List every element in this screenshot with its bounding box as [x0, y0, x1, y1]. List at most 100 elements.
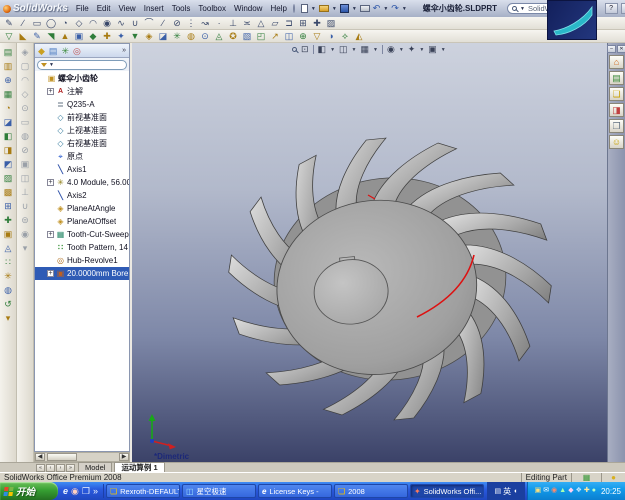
- toolbar-icon[interactable]: ◇: [19, 88, 32, 101]
- tree-item-annotations[interactable]: +A 注解: [35, 85, 129, 98]
- toolbar-icon[interactable]: ⊥: [227, 17, 239, 29]
- panel-tabs-overflow-icon[interactable]: »: [122, 47, 126, 54]
- pushpin-icon[interactable]: [293, 4, 295, 13]
- expand-icon[interactable]: +: [47, 179, 54, 186]
- toolbar-icon[interactable]: ⊥: [19, 186, 32, 199]
- toolbar-icon[interactable]: ▭: [31, 17, 43, 29]
- toolbar-icon[interactable]: ◬: [2, 242, 15, 255]
- toolbar-icon[interactable]: ⊙: [19, 102, 32, 115]
- tray-icon[interactable]: ◆: [568, 486, 573, 496]
- panel-horizontal-scrollbar[interactable]: ◀ ▶: [34, 452, 130, 462]
- zoom-area-icon[interactable]: ⊡: [301, 44, 309, 55]
- toolbar-icon[interactable]: ⌒: [143, 17, 155, 29]
- toolbar-icon[interactable]: ≍: [241, 17, 253, 29]
- quick-tips-icon[interactable]: ▦: [583, 473, 591, 482]
- featuremanager-tab-icon[interactable]: ◆: [38, 45, 45, 57]
- tree-item-tooth-pattern[interactable]: ∷ Tooth Pattern, 14 / 14: [35, 241, 129, 254]
- ie-quicklaunch-icon[interactable]: e: [63, 485, 68, 497]
- section-view-icon[interactable]: ◧: [318, 44, 327, 55]
- toolbar-icon[interactable]: ⊞: [297, 17, 309, 29]
- toolbar-icon[interactable]: ◭: [353, 30, 365, 42]
- toolbar-icon[interactable]: ◍: [185, 30, 197, 42]
- design-library-icon[interactable]: ▤: [609, 71, 624, 85]
- toolbar-icon[interactable]: ▨: [325, 17, 337, 29]
- toolbar-icon[interactable]: ◈: [19, 46, 32, 59]
- resources-home-icon[interactable]: ⌂: [609, 55, 624, 69]
- toolbar-icon[interactable]: ✦: [115, 30, 127, 42]
- tree-item-front-plane[interactable]: ◇ 前视基准面: [35, 111, 129, 124]
- view-orientation-icon[interactable]: ◫: [339, 44, 348, 55]
- caret-icon[interactable]: ▼: [373, 47, 378, 53]
- toolbar-icon[interactable]: ◪: [157, 30, 169, 42]
- caret-icon[interactable]: ▼: [441, 47, 446, 53]
- help-bulb-icon[interactable]: ●: [611, 473, 616, 482]
- toolbar-icon[interactable]: ⟡: [339, 30, 351, 42]
- start-button[interactable]: 开始: [0, 482, 58, 500]
- toolbar-icon[interactable]: ◈: [143, 30, 155, 42]
- new-document-icon[interactable]: [301, 4, 308, 13]
- tray-mail-icon[interactable]: ✉: [543, 486, 549, 496]
- toolbar-icon[interactable]: ◔: [59, 17, 71, 29]
- search-pane-icon[interactable]: ◨: [609, 103, 624, 117]
- tab-prev-icon[interactable]: ‹: [46, 464, 55, 472]
- scene-icon[interactable]: ▣: [428, 44, 437, 55]
- tab-motion-study[interactable]: 运动算例 1: [114, 462, 164, 472]
- tree-item-material[interactable]: ≣ Q235-A: [35, 98, 129, 111]
- taskbar-button-rexroth[interactable]: ❏ Rexroth-DEFAULT: [106, 484, 180, 498]
- desktop-quicklaunch-icon[interactable]: ❐: [82, 485, 90, 497]
- toolbar-icon[interactable]: ∿: [115, 17, 127, 29]
- tree-item-origin[interactable]: ⌖ 原点: [35, 150, 129, 163]
- toolbar-icon[interactable]: ∪: [19, 200, 32, 213]
- toolbar-icon[interactable]: ◔: [2, 102, 15, 115]
- toolbar-icon[interactable]: ◉: [101, 17, 113, 29]
- toolbar-icon[interactable]: ⊞: [2, 200, 15, 213]
- scrollbar-thumb[interactable]: [47, 453, 77, 461]
- menu-tools[interactable]: Tools: [172, 4, 191, 13]
- toolbar-icon[interactable]: ⋮: [185, 17, 197, 29]
- tab-next-icon[interactable]: ›: [56, 464, 65, 472]
- quicklaunch-overflow-icon[interactable]: »: [93, 485, 98, 497]
- toolbar-icon[interactable]: ◥: [45, 30, 57, 42]
- tree-item-right-plane[interactable]: ◇ 右视基准面: [35, 137, 129, 150]
- print-icon[interactable]: [360, 5, 370, 12]
- taskbar-button-solidworks[interactable]: ✦ SolidWorks Offi...: [410, 484, 484, 498]
- expand-icon[interactable]: +: [47, 88, 54, 95]
- caret-icon[interactable]: ▼: [352, 47, 357, 53]
- gear-model[interactable]: [172, 83, 607, 462]
- media-quicklaunch-icon[interactable]: ◉: [71, 485, 79, 497]
- toolbar-icon[interactable]: ▭: [19, 116, 32, 129]
- tray-network-icon[interactable]: ❖: [576, 486, 582, 496]
- toolbar-icon[interactable]: ◫: [283, 30, 295, 42]
- tree-item-module[interactable]: +✳ 4.0 Module, 56.0000mm P.: [35, 176, 129, 189]
- toolbar-icon[interactable]: ◍: [2, 284, 15, 297]
- toolbar-icon[interactable]: ∙: [213, 17, 225, 29]
- toolbar-icon[interactable]: ✎: [3, 17, 15, 29]
- toolbar-icon[interactable]: ◪: [2, 116, 15, 129]
- filter-dropdown-caret[interactable]: ▼: [49, 62, 54, 68]
- save-dropdown-caret[interactable]: ▼: [352, 6, 357, 12]
- propertymanager-tab-icon[interactable]: ▤: [49, 45, 58, 57]
- toolbar-icon[interactable]: ⊘: [19, 144, 32, 157]
- menu-file[interactable]: File: [76, 4, 89, 13]
- toolbar-icon[interactable]: ⊐: [283, 17, 295, 29]
- toolbar-icon[interactable]: ▢: [19, 60, 32, 73]
- graphics-viewport[interactable]: ⊡ ◧▼ ◫▼ ▦▼ ◉▼ ✦▼ ▣▼: [132, 43, 607, 462]
- menu-edit[interactable]: Edit: [97, 4, 111, 13]
- minimize-button[interactable]: –: [621, 3, 625, 14]
- dimxpert-tab-icon[interactable]: ◎: [73, 45, 81, 57]
- toolbar-icon[interactable]: ▣: [2, 228, 15, 241]
- toolbar-icon[interactable]: ◆: [87, 30, 99, 42]
- open-dropdown-caret[interactable]: ▼: [332, 6, 337, 12]
- tray-icon[interactable]: ✚: [584, 486, 590, 496]
- configurationmanager-tab-icon[interactable]: ✳: [61, 45, 69, 57]
- tree-item-hub-revolve[interactable]: ◎ Hub-Revolve1: [35, 254, 129, 267]
- redo-icon[interactable]: ↷: [391, 4, 399, 13]
- hide-show-items-icon[interactable]: ◉: [387, 44, 395, 55]
- tree-item-plane-at-offset[interactable]: ◈ PlaneAtOffset: [35, 215, 129, 228]
- toolbar-icon[interactable]: ↗: [269, 30, 281, 42]
- toolbar-icon[interactable]: ✚: [101, 30, 113, 42]
- toolbar-icon[interactable]: ◫: [19, 172, 32, 185]
- toolbar-icon[interactable]: ▧: [241, 30, 253, 42]
- scroll-left-icon[interactable]: ◀: [35, 453, 45, 461]
- search-dropdown-caret[interactable]: ▼: [520, 6, 525, 12]
